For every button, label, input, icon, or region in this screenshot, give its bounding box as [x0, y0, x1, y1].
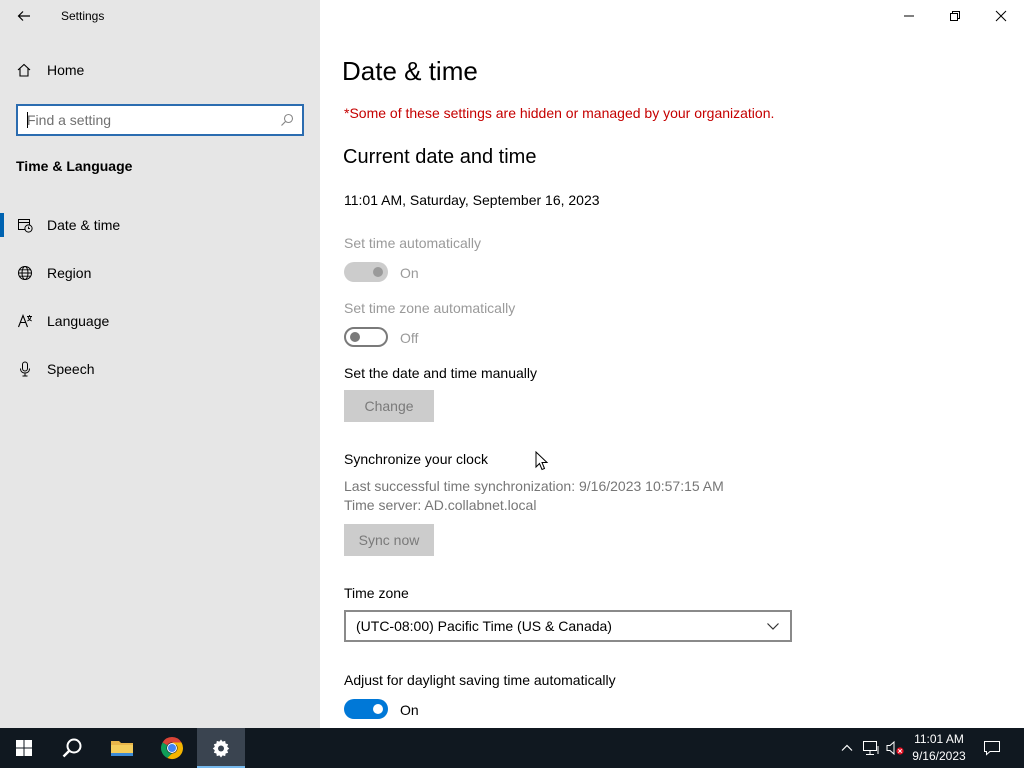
volume-muted-icon — [886, 740, 904, 756]
toggle-knob — [350, 332, 360, 342]
start-icon — [16, 740, 32, 756]
notification-icon — [984, 741, 1000, 756]
toggle-knob — [373, 267, 383, 277]
chrome-button[interactable] — [148, 728, 196, 768]
chevron-up-icon — [841, 744, 853, 751]
clock-time: 11:01 AM — [914, 732, 964, 746]
home-icon — [17, 63, 31, 77]
sidebar-item-language[interactable]: Language — [0, 303, 320, 339]
start-button[interactable] — [0, 728, 48, 768]
app-title: Settings — [61, 9, 105, 23]
toggle-knob — [373, 704, 383, 714]
last-sync-text: Last successful time synchronization: 9/… — [344, 478, 724, 494]
sidebar-item-date-time[interactable]: Date & time — [0, 207, 320, 243]
home-link[interactable]: Home — [16, 62, 84, 78]
dst-toggle[interactable] — [344, 699, 388, 719]
sidebar-item-label: Region — [47, 265, 92, 281]
current-date-time-value: 11:01 AM, Saturday, September 16, 2023 — [344, 192, 600, 208]
sidebar-item-region[interactable]: Region — [0, 255, 320, 291]
taskbar-clock[interactable]: 11:01 AM 9/16/2023 — [906, 731, 972, 765]
close-icon — [995, 10, 1007, 22]
set-timezone-auto-label: Set time zone automatically — [344, 300, 516, 316]
time-server-text: Time server: AD.collabnet.local — [344, 497, 537, 513]
managed-by-org-notice: *Some of these settings are hidden or ma… — [344, 105, 775, 121]
search-box[interactable] — [16, 104, 304, 136]
sidebar-item-speech[interactable]: Speech — [0, 351, 320, 387]
taskbar-search-button[interactable] — [48, 728, 96, 768]
sidebar-item-label: Language — [47, 313, 110, 329]
chrome-icon — [160, 737, 184, 760]
time-zone-label: Time zone — [344, 585, 409, 601]
search-icon — [62, 738, 82, 758]
set-manually-label: Set the date and time manually — [344, 365, 538, 381]
network-button[interactable] — [860, 728, 882, 768]
sidebar-item-label: Date & time — [47, 217, 121, 233]
back-button[interactable] — [10, 4, 38, 28]
taskbar: 11:01 AM 9/16/2023 — [0, 728, 1024, 768]
home-label: Home — [47, 62, 85, 78]
current-date-time-heading: Current date and time — [343, 146, 537, 168]
globe-icon — [18, 266, 32, 280]
section-title: Time & Language — [16, 158, 133, 174]
clock-date: 9/16/2023 — [912, 749, 966, 763]
chevron-down-icon — [767, 623, 779, 630]
time-zone-value: (UTC-08:00) Pacific Time (US & Canada) — [356, 618, 612, 634]
search-input[interactable] — [18, 107, 268, 133]
change-button[interactable]: Change — [344, 390, 434, 422]
set-timezone-auto-toggle[interactable] — [344, 327, 388, 347]
settings-gear-icon — [212, 739, 230, 758]
settings-taskbar-button[interactable] — [197, 728, 245, 768]
minimize-button[interactable] — [886, 0, 932, 32]
close-button[interactable] — [978, 0, 1024, 32]
action-center-button[interactable] — [978, 728, 1006, 768]
set-time-auto-label: Set time automatically — [344, 235, 481, 251]
sidebar-item-label: Speech — [47, 361, 95, 377]
search-icon[interactable] — [280, 113, 294, 127]
mouse-cursor-icon — [535, 451, 549, 471]
main-content: Date & time *Some of these settings are … — [320, 0, 1024, 728]
set-time-auto-toggle[interactable] — [344, 262, 388, 282]
active-indicator — [0, 213, 4, 237]
set-time-auto-state: On — [400, 265, 419, 281]
dst-state: On — [400, 702, 419, 718]
page-title: Date & time — [342, 56, 478, 86]
file-explorer-button[interactable] — [98, 728, 146, 768]
network-icon — [863, 741, 879, 755]
microphone-icon — [20, 361, 30, 377]
dst-label: Adjust for daylight saving time automati… — [344, 672, 616, 688]
sync-clock-heading: Synchronize your clock — [344, 451, 488, 467]
show-hidden-icons-button[interactable] — [838, 728, 856, 768]
sync-now-button[interactable]: Sync now — [344, 524, 434, 556]
minimize-icon — [904, 15, 914, 17]
text-caret — [27, 112, 28, 128]
set-timezone-auto-state: Off — [400, 330, 419, 346]
file-explorer-icon — [111, 741, 133, 756]
restore-button[interactable] — [932, 0, 978, 32]
time-zone-dropdown[interactable]: (UTC-08:00) Pacific Time (US & Canada) — [344, 610, 792, 642]
volume-button[interactable] — [884, 728, 906, 768]
restore-icon — [950, 11, 960, 21]
date-time-icon — [18, 219, 33, 233]
back-arrow-icon — [17, 11, 30, 21]
settings-sidebar: Settings Home Time & Language Date & tim… — [0, 0, 320, 728]
language-icon — [17, 313, 32, 328]
